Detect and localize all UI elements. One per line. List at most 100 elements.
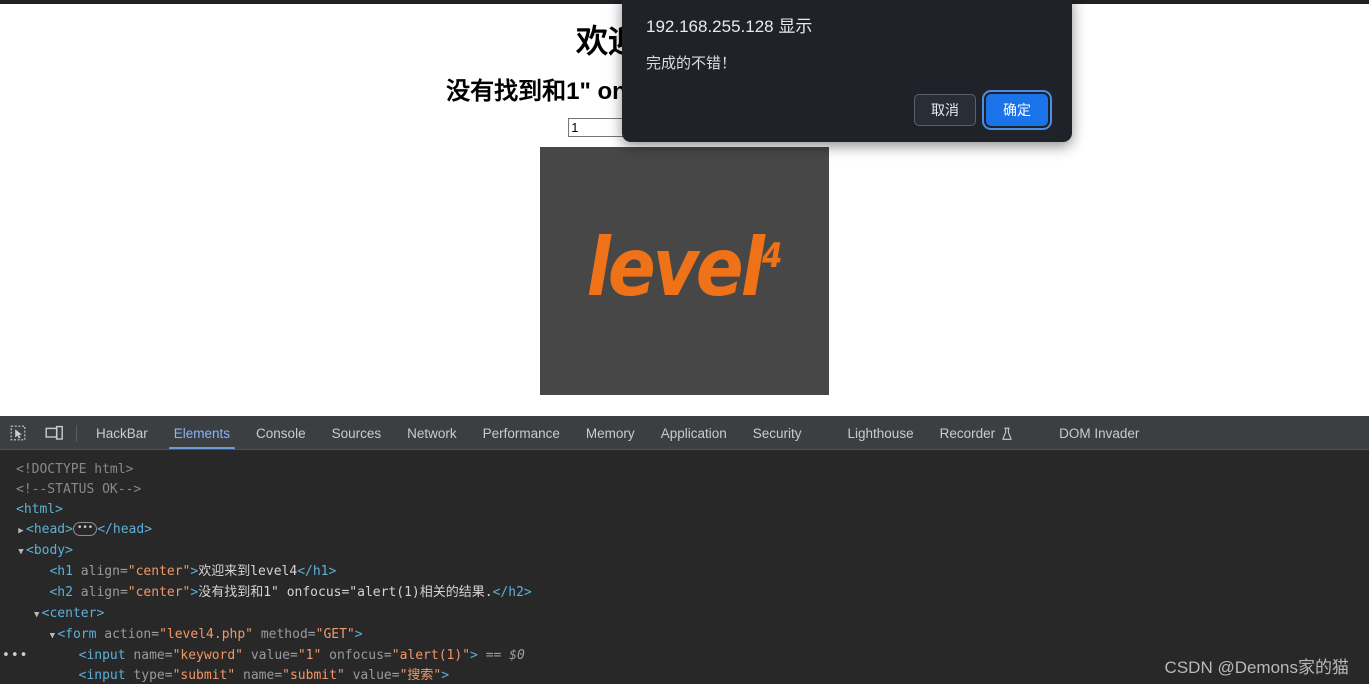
input-attr-name: name: [133, 648, 165, 663]
watermark-text: CSDN @Demons家的猫: [1164, 658, 1349, 677]
tab-label: Application: [660, 426, 727, 441]
tab-memory[interactable]: Memory: [573, 417, 648, 450]
collapse-triangle-icon[interactable]: ▼: [16, 542, 26, 562]
doctype-text: <!DOCTYPE html>: [16, 462, 134, 477]
html-tag: <html>: [16, 502, 63, 517]
input-attr-value: value: [250, 648, 290, 663]
selected-node-ref: == $0: [485, 648, 525, 663]
code-line-body[interactable]: ▼ <body>: [0, 541, 1369, 562]
tab-recorder[interactable]: Recorder: [927, 417, 1027, 450]
center-block: 搜索 level4: [0, 107, 1369, 396]
tab-security[interactable]: Security: [740, 417, 815, 450]
form-method-value: "GET": [315, 627, 355, 642]
screen-root: 欢迎来到level4 没有找到和1" onfocus="alert(1)相关的结…: [0, 0, 1369, 684]
indent-spacer: ▼: [16, 563, 26, 583]
code-line-doctype: <!DOCTYPE html>: [0, 460, 1369, 480]
elements-dom-tree[interactable]: <!DOCTYPE html> <!--STATUS OK--> <html> …: [0, 450, 1369, 684]
node-badge-dots[interactable]: •••: [2, 646, 28, 666]
collapsed-children-badge[interactable]: •••: [72, 521, 98, 536]
tab-label: Console: [256, 426, 306, 441]
expand-triangle-icon[interactable]: ▶: [16, 521, 26, 541]
level-word: level: [586, 220, 765, 315]
javascript-alert-dialog: 192.168.255.128 显示 完成的不错！ 取消 确定: [622, 0, 1072, 142]
body-open-tag: <body>: [26, 543, 73, 558]
collapse-triangle-icon[interactable]: ▼: [32, 605, 42, 625]
tab-sources[interactable]: Sources: [319, 417, 395, 450]
code-line-html: <html>: [0, 500, 1369, 520]
form-attr-method: method: [260, 627, 308, 642]
h2-text: 没有找到和1" onfocus="alert(1)相关的结果.: [198, 585, 493, 600]
tab-label: Elements: [173, 426, 231, 441]
h2-attr-value: "center": [127, 585, 191, 600]
h1-open: <h1: [49, 564, 81, 579]
tab-network[interactable]: Network: [394, 417, 470, 450]
tab-label: Lighthouse: [847, 426, 914, 441]
dialog-cancel-button[interactable]: 取消: [914, 93, 976, 126]
dialog-origin-label: 192.168.255.128 显示: [646, 17, 813, 36]
code-line-head[interactable]: ▶ <head> ••• </head>: [0, 520, 1369, 541]
devtools-toolbar: HackBar Elements Console Sources Network…: [0, 417, 1369, 450]
h1-text: 欢迎来到level4: [198, 564, 298, 579]
tab-label: HackBar: [96, 426, 148, 441]
tab-application[interactable]: Application: [648, 417, 740, 450]
tab-label: Network: [407, 426, 457, 441]
tab-hackbar[interactable]: HackBar: [83, 417, 161, 450]
level4-banner-image: level4: [540, 147, 829, 396]
dialog-actions: 取消 确定: [646, 93, 1048, 126]
level-superscript: 4: [761, 236, 783, 277]
code-line-form[interactable]: ▼ <form action="level4.php" method="GET">: [0, 625, 1369, 646]
submit-value-value: "搜索": [399, 668, 442, 683]
submit-attr-type: type: [133, 668, 165, 683]
tab-elements[interactable]: Elements: [161, 417, 243, 450]
submit-gt: >: [441, 668, 450, 683]
h1-close: </h1>: [297, 564, 337, 579]
collapse-triangle-icon[interactable]: ▼: [47, 626, 57, 646]
device-toolbar-icon[interactable]: [36, 417, 72, 450]
input-onfocus-value: "alert(1)": [391, 648, 471, 663]
dialog-message-text: 完成的不错！: [646, 55, 737, 73]
input-open: <input: [78, 648, 134, 663]
tab-dom-invader[interactable]: DOM Invader: [1046, 417, 1152, 450]
input-attr-onfocus: onfocus: [329, 648, 384, 663]
form-gt: >: [354, 627, 363, 642]
head-close-tag: </head>: [97, 522, 153, 537]
code-line-h1[interactable]: ▼ <h1 align="center">欢迎来到level4</h1>: [0, 562, 1369, 583]
submit-type-value: "submit": [172, 668, 236, 683]
dialog-confirm-button[interactable]: 确定: [986, 93, 1048, 126]
tab-performance[interactable]: Performance: [470, 417, 573, 450]
tab-label: Security: [752, 426, 802, 441]
tab-console[interactable]: Console: [243, 417, 319, 450]
code-line-comment: <!--STATUS OK-->: [0, 480, 1369, 500]
form-action-value: "level4.php": [159, 627, 253, 642]
h2-close: </h2>: [492, 585, 532, 600]
level4-wordmark: level4: [543, 227, 826, 308]
tab-label: Recorder: [939, 426, 996, 441]
center-open-tag: <center>: [41, 606, 105, 621]
form-attr-action: action: [104, 627, 152, 642]
h1-attr-name: align: [80, 564, 120, 579]
tab-label: Performance: [482, 426, 560, 441]
form-open: <form: [57, 627, 105, 642]
head-open-tag: <head>: [26, 522, 73, 537]
input-value-value: "1": [297, 648, 322, 663]
submit-name-value: "submit": [282, 668, 345, 683]
code-line-h2[interactable]: ▼ <h2 align="center">没有找到和1" onfocus="al…: [0, 583, 1369, 604]
devtools-panel: HackBar Elements Console Sources Network…: [0, 416, 1369, 684]
comment-text: <!--STATUS OK-->: [16, 482, 142, 497]
tab-label: Sources: [331, 426, 382, 441]
submit-attr-value: value: [352, 668, 392, 683]
flask-icon: [1001, 427, 1013, 441]
submit-attr-name: name: [243, 668, 275, 683]
toolbar-divider: [76, 425, 77, 442]
h2-open: <h2: [49, 585, 81, 600]
tab-lighthouse[interactable]: Lighthouse: [835, 417, 927, 450]
indent-spacer: ▼: [16, 584, 26, 604]
input-gt: >: [470, 648, 478, 663]
input-name-value: "keyword": [172, 648, 244, 663]
code-line-center[interactable]: ▼ <center>: [0, 604, 1369, 625]
tab-label: DOM Invader: [1059, 426, 1140, 441]
tab-label: Memory: [585, 426, 635, 441]
inspect-element-icon[interactable]: [0, 417, 36, 450]
h2-attr-name: align: [80, 585, 120, 600]
h1-attr-value: "center": [127, 564, 191, 579]
